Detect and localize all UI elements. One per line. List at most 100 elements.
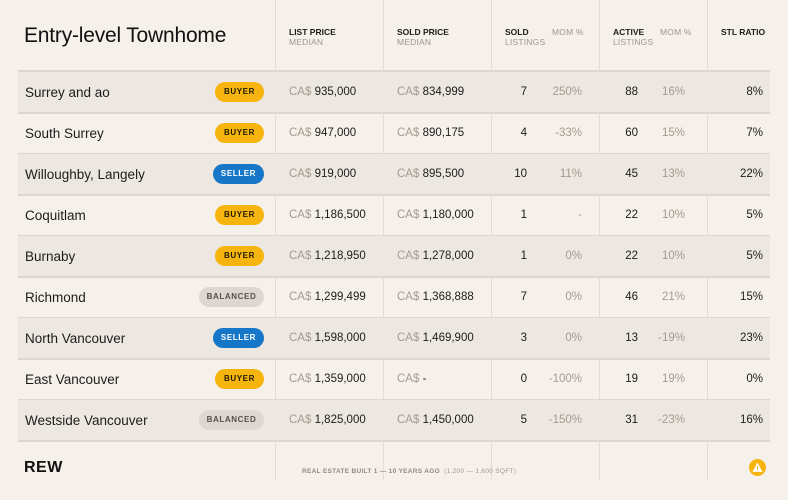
header-label: STL RATIO [721,27,766,37]
page-title: Entry-level Townhome [24,24,227,47]
currency-label: CA$ [289,86,312,98]
currency-label: CA$ [397,209,420,221]
list-price-value: 1,299,499 [314,291,366,303]
header-label: MOM % [552,27,584,37]
list-price-value: 1,186,500 [314,209,366,221]
currency-label: CA$ [397,332,420,344]
header-label: MOM % [660,27,692,37]
currency-label: CA$ [289,209,312,221]
sold-price-value: 1,368,888 [422,291,474,303]
sold-listings: 5 [520,414,527,426]
sold-price-value: 834,999 [422,86,465,98]
sold-price: CA$ 895,500 [397,168,464,180]
table-row[interactable]: Willoughby, Langely SELLER CA$ 919,000 C… [18,154,770,196]
alert-triangle-icon[interactable] [749,459,766,476]
list-price-value: 935,000 [314,86,357,98]
active-listings: 22 [625,209,638,221]
market-status-badge: BALANCED [199,410,264,430]
table-row[interactable]: Surrey and ao BUYER CA$ 935,000 CA$ 834,… [18,72,770,114]
stl-ratio: 8% [746,86,763,98]
list-price: CA$ 1,186,500 [289,209,366,221]
table-row[interactable]: East Vancouver BUYER CA$ 1,359,000 CA$ -… [18,359,770,401]
list-price: CA$ 935,000 [289,86,356,98]
sold-price-value: 890,175 [422,127,465,139]
rew-logo: REW [24,459,63,476]
header-label: LIST PRICE [289,27,336,37]
list-price-value: 1,359,000 [314,373,366,385]
active-mom: 10% [661,209,685,221]
active-mom: 13% [661,168,685,180]
sold-price: CA$ - [397,373,426,385]
sold-price-value: 1,278,000 [422,250,474,262]
sold-mom: 0% [565,291,582,303]
sold-price: CA$ 834,999 [397,86,464,98]
active-listings: 46 [625,291,638,303]
active-mom: 10% [661,250,685,262]
sold-price: CA$ 1,278,000 [397,250,474,262]
market-status-badge: BUYER [215,205,264,225]
currency-label: CA$ [397,127,420,139]
list-price-value: 1,598,000 [314,332,366,344]
sold-mom: - [578,209,582,221]
sold-listings: 7 [520,291,527,303]
currency-label: CA$ [289,250,312,262]
header-sublabel: MEDIAN [289,37,324,47]
active-listings: 60 [625,127,638,139]
list-price: CA$ 1,359,000 [289,373,366,385]
region-name: Willoughby, Langely [25,167,145,182]
market-status-badge: BUYER [215,123,264,143]
currency-label: CA$ [397,168,420,180]
header-active-mom: MOM % [660,27,692,37]
sold-price-value: 895,500 [422,168,465,180]
sold-listings: 1 [520,209,527,221]
header-sublabel: MEDIAN [397,37,432,47]
list-price-value: 919,000 [314,168,357,180]
sold-listings: 7 [520,86,527,98]
sold-listings: 4 [520,127,527,139]
list-price-value: 947,000 [314,127,357,139]
list-price-value: 1,825,000 [314,414,366,426]
market-report-card: Entry-level Townhome LIST PRICE MEDIAN S… [0,0,788,500]
row-divider [18,440,770,442]
region-name: Richmond [25,290,86,305]
stl-ratio: 22% [739,168,763,180]
region-name: Coquitlam [25,208,86,223]
active-listings: 13 [625,332,638,344]
sold-listings: 0 [520,373,527,385]
table-row[interactable]: Westside Vancouver BALANCED CA$ 1,825,00… [18,400,770,442]
currency-label: CA$ [289,291,312,303]
market-status-badge: BUYER [215,369,264,389]
sold-listings: 3 [520,332,527,344]
active-listings: 31 [625,414,638,426]
list-price: CA$ 947,000 [289,127,356,139]
list-price: CA$ 1,299,499 [289,291,366,303]
header-label: ACTIVE [613,27,645,37]
list-price: CA$ 919,000 [289,168,356,180]
active-mom: 16% [661,86,685,98]
currency-label: CA$ [397,250,420,262]
currency-label: CA$ [289,168,312,180]
region-name: Surrey and ao [25,85,110,100]
sold-mom: -100% [548,373,582,385]
currency-label: CA$ [397,86,420,98]
table-row[interactable]: Burnaby BUYER CA$ 1,218,950 CA$ 1,278,00… [18,236,770,278]
active-listings: 19 [625,373,638,385]
list-price-value: 1,218,950 [314,250,366,262]
alert-triangle-glyph [752,462,763,472]
header-sublabel: LISTINGS [613,37,654,47]
table-row[interactable]: Richmond BALANCED CA$ 1,299,499 CA$ 1,36… [18,277,770,319]
active-mom: 19% [661,373,685,385]
list-price: CA$ 1,218,950 [289,250,366,262]
sold-listings: 1 [520,250,527,262]
table-row[interactable]: Coquitlam BUYER CA$ 1,186,500 CA$ 1,180,… [18,195,770,237]
header-list-price: LIST PRICE MEDIAN [289,27,336,47]
stl-ratio: 7% [746,127,763,139]
table-row[interactable]: South Surrey BUYER CA$ 947,000 CA$ 890,1… [18,113,770,155]
active-listings: 45 [625,168,638,180]
currency-label: CA$ [397,373,420,385]
sold-mom: 11% [559,168,582,180]
stl-ratio: 0% [746,373,763,385]
sold-price-value: 1,450,000 [422,414,474,426]
active-listings: 22 [625,250,638,262]
table-row[interactable]: North Vancouver SELLER CA$ 1,598,000 CA$… [18,318,770,360]
